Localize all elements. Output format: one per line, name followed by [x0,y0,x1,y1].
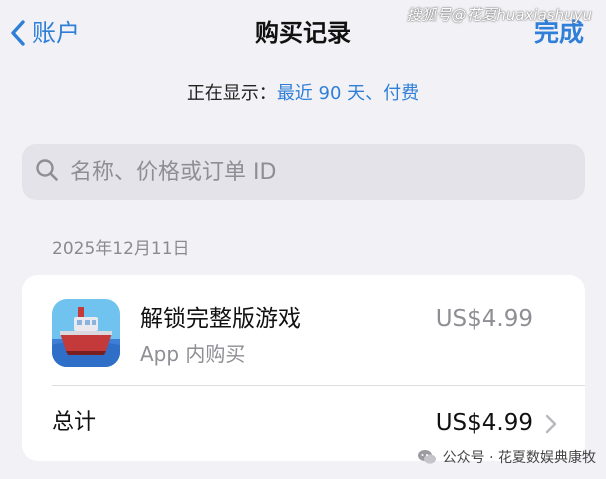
filter-label: 正在显示： [186,83,277,104]
purchase-item-title: 解锁完整版游戏 [140,306,301,332]
watermark-top: 搜狐号@花夏huaxiashuyu [406,6,592,24]
purchase-card: 解锁完整版游戏 App 内购买 US$4.99 总计 US$4.99 [22,275,585,461]
filter-value-link[interactable]: 最近 90 天、付费 [277,83,419,104]
search-bar[interactable] [22,144,585,200]
filter-summary: 正在显示：最近 90 天、付费 [0,82,606,106]
watermark-bottom-text: 公众号 · 花夏数娱典康牧 [442,450,596,466]
chevron-right-icon [545,414,557,438]
watermark-bottom: 公众号 · 花夏数娱典康牧 [417,447,596,467]
purchase-date-header: 2025年12月11日 [52,239,190,259]
purchase-item-row[interactable]: 解锁完整版游戏 App 内购买 US$4.99 [22,275,585,385]
boat-game-app-icon [52,299,120,367]
purchase-item-type: App 内购买 [140,342,246,366]
total-value: US$4.99 [435,410,533,436]
search-input[interactable] [68,158,552,186]
navigation-bar: 账户 购买记录 完成 搜狐号@花夏huaxiashuyu [0,0,606,70]
search-icon [22,157,60,187]
purchase-item-price: US$4.99 [435,306,533,332]
total-label: 总计 [52,410,97,435]
wechat-icon [417,447,437,467]
